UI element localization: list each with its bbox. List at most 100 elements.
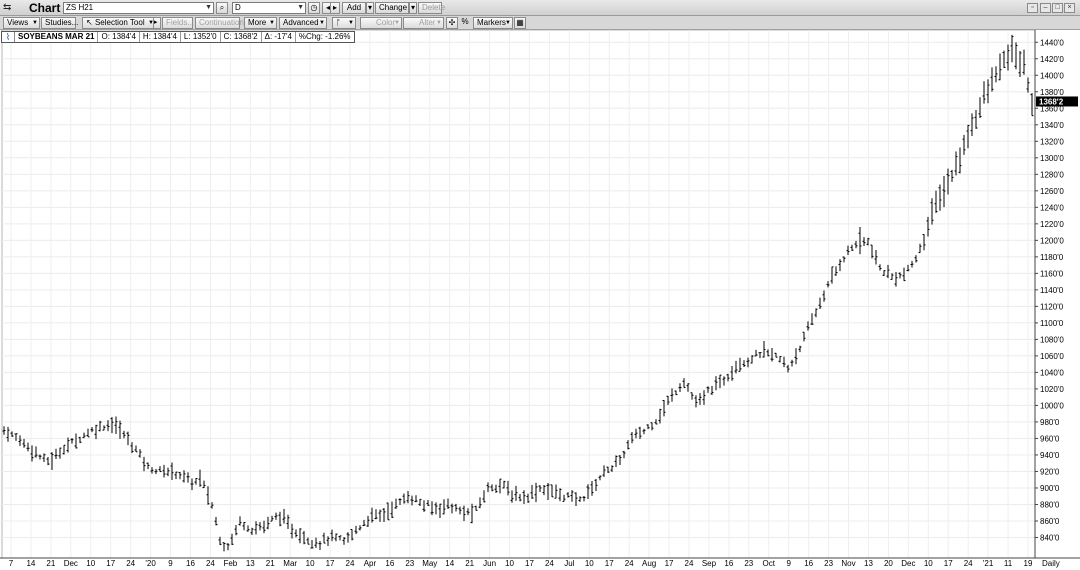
change-button[interactable]: Change (375, 2, 409, 14)
x-tick-label: Dec (901, 559, 915, 568)
ohlc-bar (62, 444, 66, 455)
ohlc-bar (494, 484, 498, 493)
ohlc-bar (182, 470, 186, 483)
ohlc-bar (558, 488, 562, 502)
studies-label: Studies... (45, 18, 79, 27)
percent-toggle[interactable]: % (459, 17, 471, 29)
studies-button[interactable]: Studies... (41, 17, 79, 29)
ohlc-bar (866, 237, 870, 246)
ohlc-bar (234, 525, 238, 536)
minimize-icon[interactable]: – (1040, 3, 1051, 13)
pin-icon: ᚩ (336, 18, 341, 27)
chevron-down-icon[interactable]: ▼ (205, 3, 212, 13)
continuation-button[interactable]: Continuation (195, 17, 244, 29)
ohlc-bar (618, 455, 622, 465)
x-tick-label: 14 (445, 559, 454, 568)
ohlc-bar (778, 356, 782, 363)
price-chart[interactable]: 840'0 860'0 880'0 900'0 920'0 940'0 960'0 980'0… (0, 29, 1080, 570)
views-menu[interactable]: Views ▼ (3, 17, 40, 29)
ohlc-bar (94, 424, 98, 440)
ohlc-bar (1022, 49, 1026, 75)
x-tick-label: 17 (605, 559, 614, 568)
ohlc-bar (430, 501, 434, 516)
forward-icon[interactable]: ▸ (330, 2, 340, 14)
markers-menu[interactable]: Markers ▼ (473, 17, 513, 29)
close-icon[interactable]: × (1064, 3, 1075, 13)
change-dropdown-icon[interactable]: ▾ (409, 2, 417, 14)
chevron-down-icon: ▼ (505, 20, 511, 26)
ohlc-bar (134, 445, 138, 453)
x-tick-label: 24 (346, 559, 355, 568)
chevron-down-icon: ▼ (32, 20, 38, 26)
ohlc-bar (54, 448, 58, 460)
ohlc-bar (722, 376, 726, 386)
ohlc-bar (402, 493, 406, 504)
add-button[interactable]: Add (342, 2, 366, 14)
ohlc-bar (798, 345, 802, 353)
x-tick-label: 24 (206, 559, 215, 568)
x-tick-label: 10 (306, 559, 315, 568)
y-tick-label: 960'0 (1040, 434, 1060, 443)
ohlc-bar (774, 352, 778, 358)
search-icon[interactable]: ⌕ (216, 2, 228, 14)
ohlc-bar (822, 290, 826, 302)
ohlc-bar (542, 485, 546, 496)
delete-button[interactable]: Delete (418, 2, 445, 14)
clock-icon[interactable]: ◷ (308, 2, 320, 14)
ohlc-bar (142, 456, 146, 472)
ohlc-bar (698, 393, 702, 405)
x-tick-label: 10 (86, 559, 95, 568)
ohlc-bar (538, 485, 542, 493)
x-tick-label: 24 (545, 559, 554, 568)
period-input[interactable]: D ▼ (232, 2, 306, 14)
ohlc-bar (450, 503, 454, 514)
chart-legend: ⌇ SOYBEANS MAR 21 O: 1384'4 H: 1384'4 L:… (1, 31, 355, 43)
symbol-input-value: ZS H21 (66, 3, 94, 12)
chevron-down-icon[interactable]: ▼ (297, 3, 304, 13)
y-tick-label: 1020'0 (1040, 385, 1064, 394)
x-tick-label: May (422, 559, 437, 568)
ohlc-bar (486, 482, 490, 493)
ohlc-bar (146, 462, 150, 470)
color-menu[interactable]: Color ▼ (360, 17, 402, 29)
chart-grid (1, 29, 1036, 559)
fields-button[interactable]: Fields... (162, 17, 194, 29)
title-bar: ⇆ Chart ZS H21 ▼ ⌕ D ▼ ◷ ◂ ▸ Add ▾ Chang… (0, 0, 1080, 16)
ohlc-bar (374, 509, 378, 520)
advanced-menu[interactable]: Advanced ▼ (279, 17, 327, 29)
chart-canvas[interactable]: 840'0 860'0 880'0 900'0 920'0 940'0 960'0 980'0… (0, 29, 1080, 570)
bar-chart-icon: ⌇ (2, 32, 15, 42)
add-dropdown-icon[interactable]: ▾ (366, 2, 374, 14)
ohlc-bar (830, 266, 834, 284)
selection-tool-menu[interactable]: ↖ Selection Tool ▼ (82, 17, 156, 29)
ohlc-bar (258, 522, 262, 531)
ohlc-bar (522, 490, 526, 504)
maximize-icon[interactable]: □ (1052, 3, 1063, 13)
ohlc-bar (246, 525, 250, 532)
ohlc-bar (154, 468, 158, 475)
crosshair-icon[interactable]: ✣ (446, 17, 458, 29)
symbol-input[interactable]: ZS H21 ▼ (63, 2, 214, 14)
ohlc-bar (682, 378, 686, 388)
tool-options-arrow[interactable]: ▸ (153, 17, 161, 29)
help-icon[interactable]: ▫ (1027, 3, 1038, 13)
y-tick-label: 1160'0 (1040, 269, 1064, 278)
x-tick-label: Apr (364, 559, 377, 568)
ohlc-bar (1018, 51, 1022, 77)
alter-menu[interactable]: Alter ▼ (403, 17, 444, 29)
price-bars (2, 34, 1034, 552)
more-label: More (248, 18, 267, 27)
ohlc-bar (678, 383, 682, 393)
y-tick-label: 1040'0 (1040, 368, 1064, 377)
x-tick-label: 9 (168, 559, 173, 568)
ohlc-bar (530, 484, 534, 499)
percent-label: % (461, 17, 469, 26)
cursor-style-menu[interactable]: ᚩ ▼ (332, 17, 356, 29)
ohlc-bar (66, 437, 70, 453)
more-menu[interactable]: More ▼ (244, 17, 277, 29)
ohlc-bar (250, 527, 254, 535)
ohlc-bar (714, 376, 718, 391)
x-tick-label: 16 (186, 559, 195, 568)
grid-icon[interactable]: ▦ (514, 17, 526, 29)
ohlc-bar (446, 498, 450, 510)
